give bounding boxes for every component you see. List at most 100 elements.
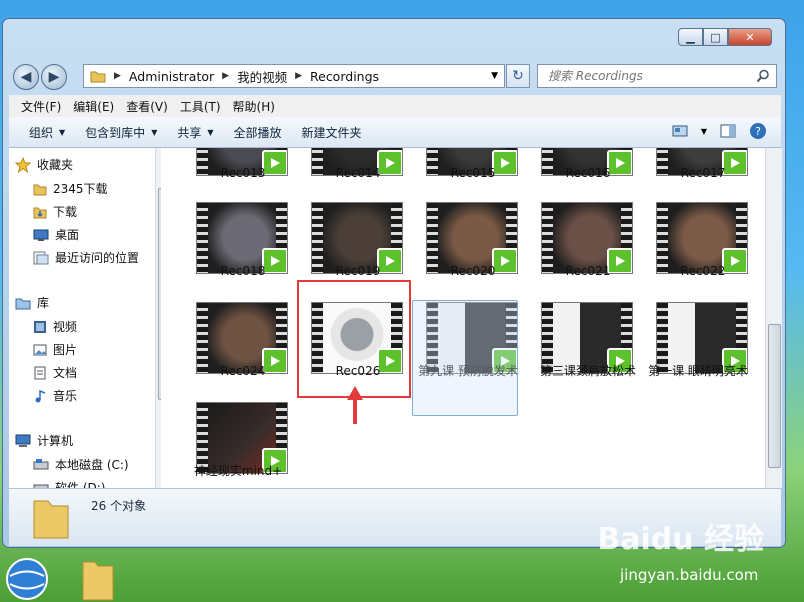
preview-pane-icon[interactable]	[719, 122, 737, 140]
sidebar-item-local-disk-c[interactable]: 本地磁盘 (C:)	[33, 456, 129, 473]
baidu-watermark: Baidu 经验	[597, 522, 764, 557]
file-name: Rec022	[680, 264, 726, 278]
change-view-icon[interactable]	[671, 122, 689, 140]
search-box[interactable]	[537, 64, 777, 88]
sidebar-item-label: 软件 (D:)	[55, 481, 106, 488]
sidebar-item-label: 文档	[53, 366, 78, 380]
breadcrumb-recordings[interactable]: Recordings	[310, 69, 379, 84]
sidebar-item-software-d[interactable]: 软件 (D:)	[33, 479, 105, 488]
star-icon	[15, 156, 31, 173]
include-label: 包含到库中	[85, 125, 146, 140]
libraries-label: 库	[37, 296, 50, 310]
download-folder-icon	[33, 207, 47, 218]
file-name: 第三课颈肩放松术	[539, 364, 636, 378]
breadcrumb-arrow-icon: ▶	[114, 71, 121, 81]
sidebar-item-label: 2345下载	[53, 182, 108, 196]
file-name: Rec013	[220, 166, 266, 180]
view-controls: ▼ ?	[671, 122, 767, 140]
sidebar-item-videos[interactable]: 视频	[33, 318, 77, 335]
sidebar-item-label: 视频	[53, 320, 78, 334]
refresh-button[interactable]: ↻	[506, 64, 530, 88]
file-name: Rec020	[450, 264, 496, 278]
breadcrumb-my-videos[interactable]: 我的视频	[237, 67, 287, 86]
explorer-body: 收藏夹 2345下载 下载 桌面 最近访问的位置 库 视频 图片 文档 音乐 计…	[9, 148, 782, 488]
menu-tools[interactable]: 工具(T)	[180, 98, 221, 115]
menu-file[interactable]: 文件(F)	[21, 98, 61, 115]
breadcrumb-administrator[interactable]: Administrator	[129, 69, 214, 84]
scroll-thumb[interactable]	[158, 188, 161, 400]
search-input[interactable]	[546, 68, 750, 84]
folder-large-icon	[33, 500, 69, 539]
drive-icon	[33, 484, 49, 488]
folder-icon	[90, 71, 106, 83]
navigation-scrollbar[interactable]	[155, 148, 161, 488]
file-list-scrollbar[interactable]	[765, 148, 782, 488]
object-count: 26 个对象	[91, 499, 147, 513]
baidu-watermark-url: jingyan.baidu.com	[620, 566, 759, 584]
organize-button[interactable]: 组织 ▼	[29, 124, 65, 141]
command-bar: 组织 ▼ 包含到库中 ▼ 共享 ▼ 全部播放 新建文件夹 ▼ ?	[9, 117, 781, 148]
sidebar-favorites[interactable]: 收藏夹	[15, 156, 73, 173]
share-label: 共享	[177, 125, 202, 140]
close-button[interactable]: ✕	[728, 28, 772, 46]
breadcrumb-arrow-icon: ▶	[295, 71, 302, 81]
file-list: Rec013 Rec014 Rec015 Rec016 Rec017 Rec018 Rec0…	[169, 148, 767, 488]
sidebar-libraries[interactable]: 库	[15, 294, 49, 311]
share-button[interactable]: 共享 ▼	[177, 124, 213, 141]
menu-bar: 文件(F) 编辑(E) 查看(V) 工具(T) 帮助(H)	[9, 95, 781, 118]
pictures-library-icon	[33, 344, 47, 355]
menu-help[interactable]: 帮助(H)	[233, 98, 275, 115]
recent-places-icon	[33, 251, 49, 264]
file-name: 神经现实mind+	[193, 464, 283, 478]
breadcrumb-arrow-icon: ▶	[222, 71, 230, 81]
navigation-pane: 收藏夹 2345下载 下载 桌面 最近访问的位置 库 视频 图片 文档 音乐 计…	[9, 148, 161, 488]
view-dropdown-icon[interactable]: ▼	[701, 127, 707, 136]
dropdown-arrow-icon: ▼	[59, 127, 66, 137]
sidebar-item-2345-downloads[interactable]: 2345下载	[33, 180, 108, 197]
sidebar-item-recent-places[interactable]: 最近访问的位置	[33, 249, 139, 266]
help-icon[interactable]: ?	[749, 122, 767, 140]
red-arrow-annotation	[347, 386, 363, 424]
sidebar-item-downloads[interactable]: 下载	[33, 203, 77, 220]
globe-desktop-icon[interactable]	[4, 556, 50, 602]
menu-edit[interactable]: 编辑(E)	[73, 98, 114, 115]
desktop-icon	[33, 229, 49, 241]
forward-button[interactable]: ▶	[41, 64, 67, 90]
dropdown-arrow-icon: ▼	[207, 127, 214, 137]
documents-library-icon	[34, 366, 46, 379]
scroll-thumb[interactable]	[768, 324, 781, 468]
play-all-button[interactable]: 全部播放	[234, 124, 282, 141]
minimize-button[interactable]: ▁	[678, 28, 703, 46]
sidebar-item-label: 本地磁盘 (C:)	[55, 458, 129, 472]
sidebar-computer[interactable]: 计算机	[15, 432, 73, 449]
library-icon	[15, 298, 31, 309]
sidebar-item-label: 下载	[53, 205, 78, 219]
back-button[interactable]: ◀	[13, 64, 39, 90]
sidebar-item-label: 音乐	[53, 389, 78, 403]
window-controls: ▁ □ ✕	[678, 28, 772, 46]
folder-icon	[33, 184, 47, 195]
menu-view[interactable]: 查看(V)	[126, 98, 168, 115]
dropdown-arrow-icon: ▼	[151, 127, 158, 137]
include-in-library-button[interactable]: 包含到库中 ▼	[85, 124, 157, 141]
sidebar-item-documents[interactable]: 文档	[33, 364, 77, 381]
file-name: Rec014	[335, 166, 381, 180]
sidebar-item-label: 图片	[53, 343, 78, 357]
favorites-label: 收藏夹	[37, 158, 74, 172]
selected-item-highlight	[412, 300, 518, 416]
sidebar-item-label: 最近访问的位置	[55, 251, 140, 265]
sidebar-item-pictures[interactable]: 图片	[33, 341, 77, 358]
sidebar-item-music[interactable]: 音乐	[33, 387, 77, 404]
file-name: Rec021	[565, 264, 611, 278]
address-dropdown-icon[interactable]: ▼	[491, 71, 498, 81]
new-folder-button[interactable]: 新建文件夹	[302, 124, 362, 141]
file-name: Rec017	[680, 166, 726, 180]
maximize-button[interactable]: □	[703, 28, 728, 46]
computer-label: 计算机	[37, 434, 74, 448]
folder-desktop-icon[interactable]	[80, 556, 116, 602]
address-bar[interactable]: ▶ Administrator ▶ 我的视频 ▶ Recordings ▼	[83, 64, 505, 88]
explorer-window: ▁ □ ✕ ◀ ▶ ▶ Administrator ▶ 我的视频 ▶ Recor…	[2, 18, 786, 548]
search-icon[interactable]	[756, 69, 770, 83]
sidebar-item-desktop[interactable]: 桌面	[33, 226, 79, 243]
file-name: Rec015	[450, 166, 496, 180]
